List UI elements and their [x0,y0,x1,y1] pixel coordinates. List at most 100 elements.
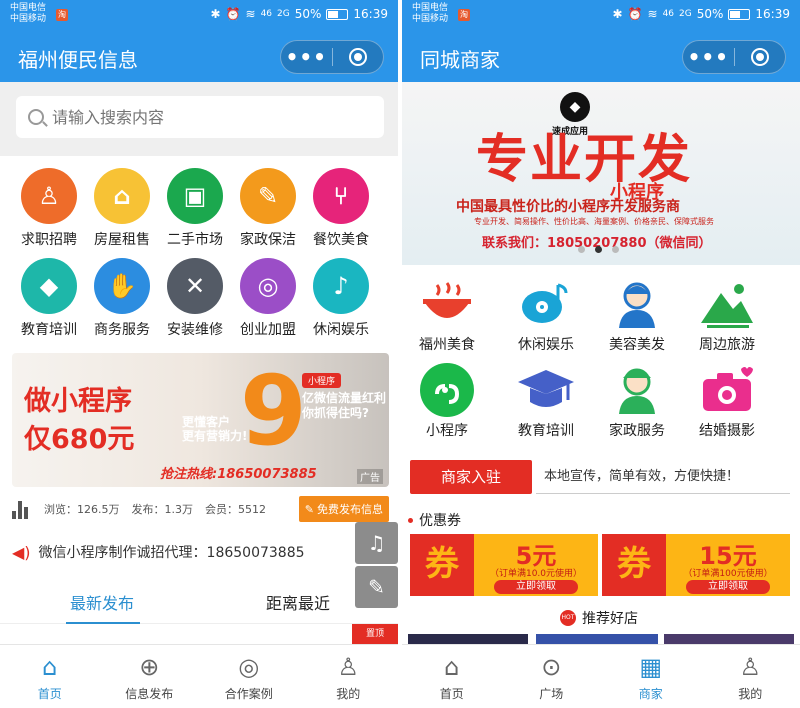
category-label: 家政保洁 [240,232,296,248]
category-1[interactable]: ♙ 求职招聘 [11,168,87,249]
close-mini-program-button[interactable] [332,48,383,66]
coupon-condition: （订单满100元使用） [683,569,773,579]
merchant-category-6[interactable]: 教育培训 [501,362,591,440]
category-10[interactable]: ♪ 休闲娱乐 [303,258,379,339]
category-2[interactable]: ⌂ 房屋租售 [84,168,160,249]
merchant-category-2[interactable]: 休闲娱乐 [501,276,591,354]
box-icon: ▣ [167,168,223,224]
category-9[interactable]: ◎ 创业加盟 [230,258,306,339]
user-icon: ♙ [739,653,761,681]
banner-right-line-1: 亿微信流量红利 [302,391,387,405]
beauty-icon [592,276,682,332]
more-menu-icon[interactable]: ••• [281,42,332,72]
tabbar-label: 商家 [638,687,663,701]
merchant-category-8[interactable]: 结婚摄影 [682,362,772,440]
nav-bar: 福州便民信息 ••• [0,32,398,82]
shop-thumbnail[interactable] [408,634,528,644]
coupon-get-button[interactable]: 立即领取 [686,580,770,594]
carrier-info: 中国电信 中国移动 淘 [412,3,470,25]
search-box[interactable] [16,96,384,138]
search-input[interactable] [52,107,352,127]
plus-circle-icon: ⊕ [139,653,160,681]
target-icon [348,48,367,66]
free-post-button[interactable]: ✎ 免费发布信息 [298,496,389,522]
stats-bar: 浏览：126.5万 发布：1.3万 会员：5512 ✎ 免费发布信息 [12,496,389,522]
top-ribbon: 置顶 [352,624,398,644]
carousel-dot[interactable] [578,246,585,253]
posts-count: 发布：1.3万 [131,503,194,516]
carousel-dot[interactable] [612,246,619,253]
tabbar-item-3[interactable]: ▦ 商家 [601,645,701,708]
status-bar: 中国电信 中国移动 淘 ✱ ⏰ ≋ 46 2G 50% 16:39 [0,0,398,32]
stats-chart-icon [12,499,34,519]
battery-percent: 50% [696,7,724,21]
tabbar-item-3[interactable]: ◎ 合作案例 [199,645,299,708]
banner-number: 9 [240,355,307,467]
mini-program-capsule: ••• [682,40,786,74]
category-7[interactable]: ✋ 商务服务 [84,258,160,339]
signal-2g-icon: 2G [277,9,290,19]
category-8[interactable]: ✕ 安装维修 [157,258,233,339]
recommend-title-text: 推荐好店 [582,611,638,627]
notice-bar[interactable]: ◀) 微信小程序制作诚招代理：18650073885 [12,540,352,564]
coupon-card[interactable]: 券 5元 （订单满10.0元使用） 立即领取 [410,534,598,596]
merchant-category-label: 福州美食 [419,337,475,353]
merchant-category-7[interactable]: 家政服务 [592,362,682,440]
tabbar-item-2[interactable]: ⊙ 广场 [502,645,602,708]
category-5[interactable]: ⑂ 餐饮美食 [303,168,379,249]
close-mini-program-button[interactable] [734,48,785,66]
merchant-category-3[interactable]: 美容美发 [592,276,682,354]
tabbar-item-1[interactable]: ⌂ 首页 [0,645,100,708]
section-dot [408,517,413,523]
graduation-cap-icon: ◆ [21,258,77,314]
promo-banner[interactable]: 做小程序 仅680元 9 小程序 亿微信流量红利 你抓得住吗? 更懂客户 更有营… [12,353,389,487]
coupon-card[interactable]: 券 15元 （订单满100元使用） 立即领取 [602,534,790,596]
tabbar-label: 首页 [439,687,464,701]
house-icon: ⌂ [94,168,150,224]
merchant-join-button[interactable]: 商家入驻 [410,460,532,494]
camera-heart-icon [682,362,772,418]
tabbar-item-1[interactable]: ⌂ 首页 [402,645,502,708]
category-4[interactable]: ✎ 家政保洁 [230,168,306,249]
dev-banner[interactable]: ◆ 速成应用 专业开发 小程序 中国最具性价比的小程序开发服务商 专业开发、简易… [402,82,800,265]
tabbar-item-4[interactable]: ♙ 我的 [701,645,800,708]
merchant-category-5[interactable]: 小程序 [402,362,492,440]
coupon-get-button[interactable]: 立即领取 [494,580,578,594]
customer-service-button[interactable]: ♫ [355,522,398,564]
shop-thumbnail[interactable] [664,634,794,644]
shop-thumbnail[interactable] [536,634,658,644]
alarm-icon: ⏰ [627,7,643,21]
merchant-category-1[interactable]: 福州美食 [402,276,492,354]
free-post-label: 免费发布信息 [317,503,383,516]
fork-knife-icon: ⑂ [313,168,369,224]
views-count: 浏览：126.5万 [44,503,120,516]
screen-merchants: 中国电信 中国移动 淘 ✱ ⏰ ≋ 46 2G 50% 16:39 同城商家 •… [402,0,800,708]
tabbar-item-4[interactable]: ♙ 我的 [299,645,399,708]
screen-bianmin: 中国电信 中国移动 淘 ✱ ⏰ ≋ 46 2G 50% 16:39 福州便民信息… [0,0,398,708]
ad-label: 广告 [357,469,383,484]
merchant-category-label: 结婚摄影 [699,423,755,439]
tab-latest[interactable]: 最新发布 [70,590,134,614]
tabbar-label: 我的 [336,687,361,701]
edit-icon: ✎ [304,502,314,516]
handshake-icon: ✋ [94,258,150,314]
category-6[interactable]: ◆ 教育培训 [11,258,87,339]
more-menu-icon[interactable]: ••• [683,42,734,72]
merchant-category-label: 周边旅游 [699,337,755,353]
taobao-icon: 淘 [458,9,470,21]
members-count: 会员：5512 [205,503,266,516]
battery-percent: 50% [294,7,322,21]
tab-nearest[interactable]: 距离最近 [266,590,330,614]
carrier-name-1: 中国电信 [10,3,47,13]
signal-2g-icon: 2G [679,9,692,19]
tabbar-item-2[interactable]: ⊕ 信息发布 [100,645,200,708]
banner-mid-text: 更懂客户 更有营销力! [182,415,247,443]
clock: 16:39 [353,7,388,21]
banner-right-line-2: 你抓得住吗? [302,406,369,420]
banner-right-text: 亿微信流量红利 你抓得住吗? [302,391,386,421]
merchant-entry: 商家入驻 本地宣传，简单有效，方便快捷！ [410,460,790,494]
merchant-category-4[interactable]: 周边旅游 [682,276,772,354]
category-3[interactable]: ▣ 二手市场 [157,168,233,249]
list-tabs: 最新发布 距离最近 [0,580,398,624]
carousel-dot-active[interactable] [595,246,602,253]
